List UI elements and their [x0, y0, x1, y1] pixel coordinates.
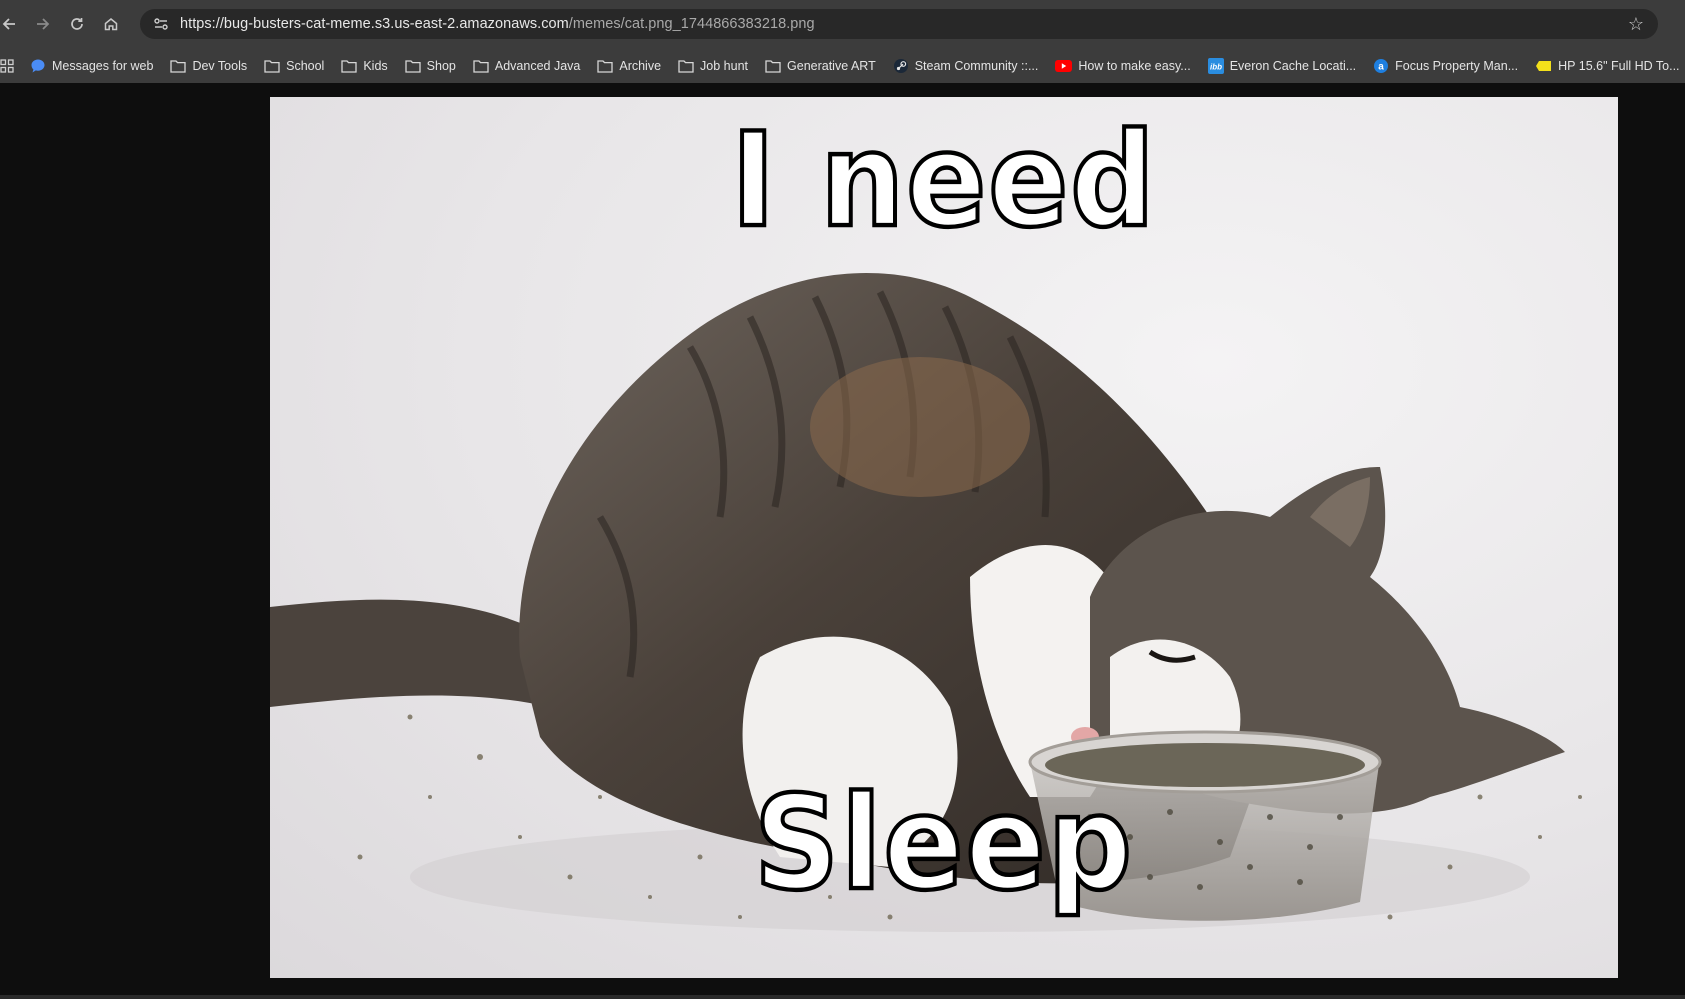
- forward-button[interactable]: [26, 7, 60, 41]
- svg-text:ibb: ibb: [1210, 62, 1222, 71]
- back-button[interactable]: [0, 7, 26, 41]
- folder-icon: [170, 59, 187, 73]
- focus-icon: a: [1373, 58, 1389, 74]
- bookmark-messages[interactable]: Messages for web: [30, 58, 153, 74]
- back-arrow-icon: [2, 18, 15, 30]
- bookmark-label: School: [286, 58, 325, 73]
- folder-icon: [765, 59, 781, 73]
- steam-icon: [893, 58, 909, 74]
- folder-icon: [341, 59, 357, 73]
- bookmark-focus-property[interactable]: a Focus Property Man...: [1373, 58, 1518, 74]
- bookmark-hp-laptop[interactable]: HP 15.6" Full HD To...: [1535, 58, 1680, 73]
- bookmark-label: HP 15.6" Full HD To...: [1558, 58, 1680, 73]
- folder-icon: [264, 59, 280, 73]
- bookmark-label: Steam Community ::...: [914, 58, 1039, 73]
- reload-icon: [71, 18, 83, 30]
- bookmark-folder-archive[interactable]: Archive: [597, 59, 661, 73]
- site-settings-icon: [154, 18, 168, 30]
- meme-image: I need Sleep: [270, 97, 1618, 978]
- folder-icon: [405, 59, 421, 73]
- address-bar[interactable]: https://bug-busters-cat-meme.s3.us-east-…: [140, 9, 1658, 39]
- bookmark-label: How to make easy...: [1078, 58, 1191, 73]
- apps-grid-icon: [0, 58, 14, 73]
- youtube-icon: [1055, 59, 1073, 72]
- bookmark-folder-school[interactable]: School: [264, 59, 324, 73]
- bookmark-folder-dev-tools[interactable]: Dev Tools: [170, 59, 247, 73]
- bookmark-folder-generative-art[interactable]: Generative ART: [765, 59, 876, 73]
- messages-icon: [30, 58, 46, 74]
- bookmark-label: Archive: [619, 58, 662, 73]
- bookmark-folder-kids[interactable]: Kids: [341, 58, 388, 73]
- bookmark-label: Focus Property Man...: [1395, 58, 1519, 73]
- url-path: /memes/cat.png_1744866383218.png: [568, 16, 815, 32]
- folder-icon: [473, 59, 489, 73]
- taskbar-edge: [0, 995, 1685, 999]
- bookmark-everon-cache[interactable]: ibb Everon Cache Locati...: [1207, 57, 1357, 74]
- bookmark-how-to-make-easy[interactable]: How to make easy...: [1055, 58, 1191, 73]
- home-button[interactable]: [94, 7, 128, 41]
- url-host: https://bug-busters-cat-meme.s3.us-east-…: [180, 16, 569, 32]
- browser-chrome: https://bug-busters-cat-meme.s3.us-east-…: [0, 0, 1685, 83]
- folder-icon: [678, 59, 694, 73]
- bookmark-star-icon[interactable]: ☆: [1628, 14, 1644, 35]
- bookmark-label: Messages for web: [52, 58, 154, 73]
- bookmark-label: Shop: [426, 58, 456, 73]
- site-info-button[interactable]: [146, 9, 176, 39]
- bookmark-folder-advanced-java[interactable]: Advanced Java: [473, 59, 580, 73]
- browser-toolbar: https://bug-busters-cat-meme.s3.us-east-…: [0, 0, 1685, 48]
- bookmark-folder-shop[interactable]: Shop: [405, 59, 456, 73]
- bookmark-label: Everon Cache Locati...: [1229, 58, 1357, 73]
- bookmark-label: Generative ART: [787, 58, 876, 73]
- bookmark-label: Dev Tools: [192, 58, 248, 73]
- home-icon: [104, 18, 118, 31]
- meme-top-text: I need: [729, 102, 1157, 258]
- folder-icon: [597, 59, 614, 73]
- bookmark-label: Advanced Java: [494, 58, 581, 73]
- page-viewport: I need Sleep: [0, 83, 1685, 995]
- bookmark-label: Kids: [363, 58, 388, 73]
- ibb-icon: ibb: [1207, 57, 1224, 74]
- meme-bottom-text: Sleep: [752, 765, 1134, 921]
- svg-text:a: a: [1378, 61, 1384, 72]
- url-text[interactable]: https://bug-busters-cat-meme.s3.us-east-…: [180, 16, 815, 32]
- tag-icon: [1535, 60, 1552, 72]
- bookmark-folder-job-hunt[interactable]: Job hunt: [678, 59, 748, 73]
- bookmarks-bar: Messages for web Dev Tools School Kids S…: [0, 48, 1685, 83]
- apps-button[interactable]: [0, 58, 14, 73]
- bookmark-label: Job hunt: [700, 58, 749, 73]
- reload-button[interactable]: [60, 7, 94, 41]
- forward-arrow-icon: [37, 18, 50, 30]
- bookmark-steam-community[interactable]: Steam Community ::...: [893, 58, 1039, 74]
